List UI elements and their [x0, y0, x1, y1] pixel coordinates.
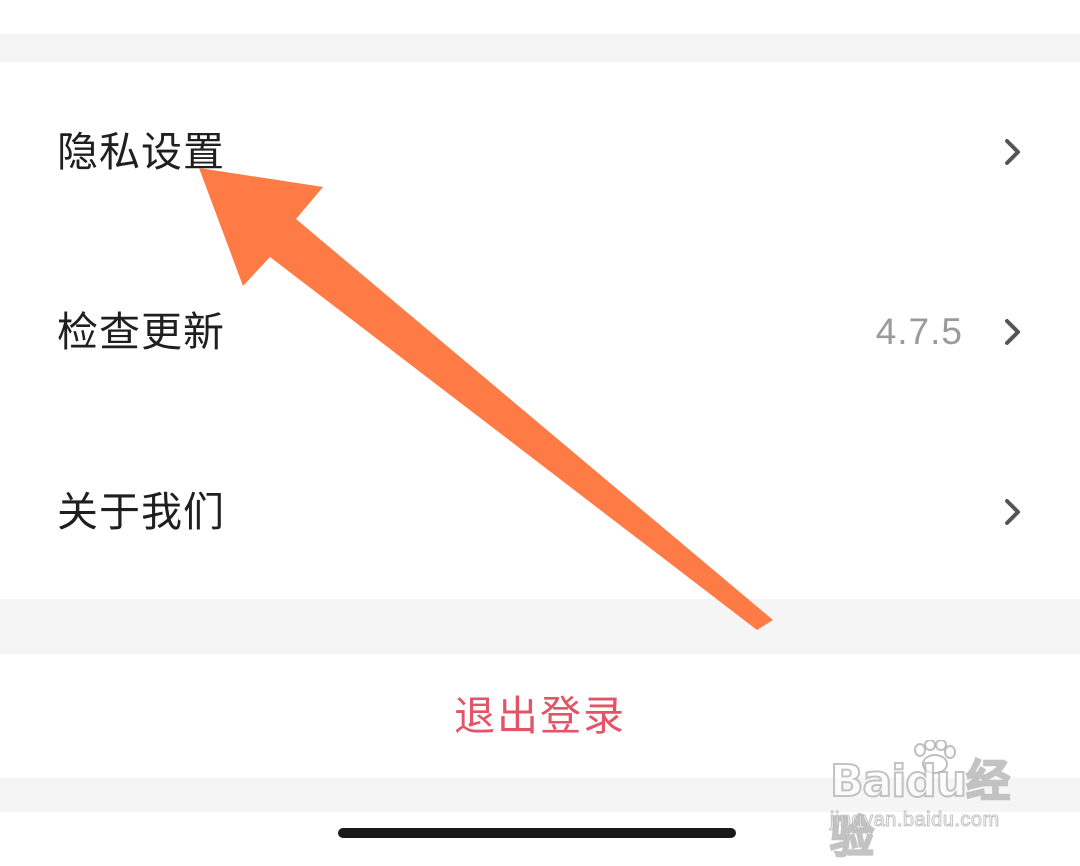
privacy-settings-row[interactable]: 隐私设置 — [0, 92, 1080, 212]
section-separator — [0, 778, 1080, 812]
section-separator — [0, 599, 1080, 654]
chevron-right-icon — [1005, 499, 1020, 525]
version-value: 4.7.5 — [875, 311, 963, 352]
chevron-right-icon — [1005, 319, 1020, 345]
privacy-settings-label: 隐私设置 — [57, 128, 225, 176]
chevron-right-icon — [1005, 139, 1020, 165]
settings-list: 隐私设置 检查更新 4.7.5 关于我们 — [0, 62, 1080, 599]
about-us-label: 关于我们 — [57, 488, 225, 536]
section-separator — [0, 34, 1080, 62]
check-update-label: 检查更新 — [57, 308, 225, 356]
logout-label: 退出登录 — [454, 692, 626, 740]
about-us-row[interactable]: 关于我们 — [0, 452, 1080, 572]
check-update-row[interactable]: 检查更新 4.7.5 — [0, 272, 1080, 392]
logout-button[interactable]: 退出登录 — [0, 654, 1080, 778]
home-indicator[interactable] — [338, 828, 736, 838]
